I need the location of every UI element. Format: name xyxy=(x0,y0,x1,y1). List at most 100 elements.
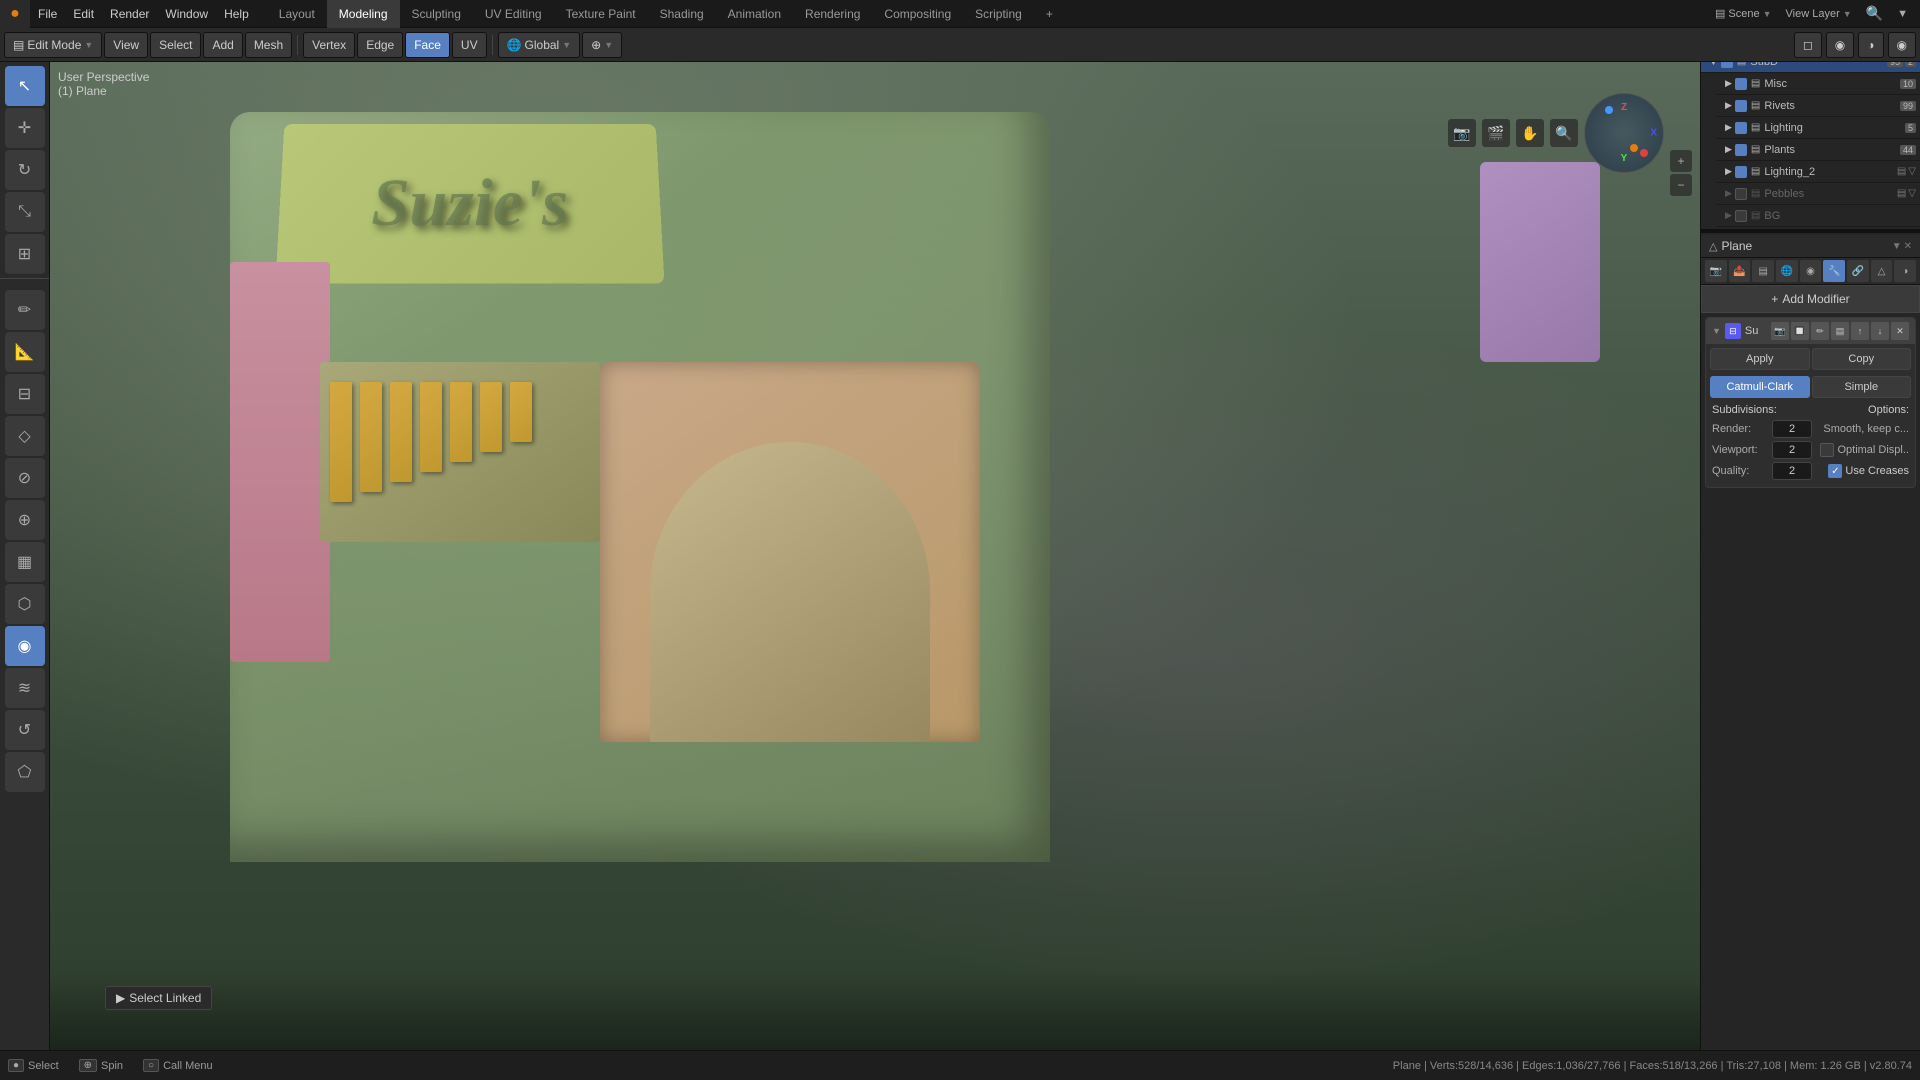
tool-spin[interactable]: ↺ xyxy=(5,710,45,750)
mod-ctrl-up[interactable]: ↑ xyxy=(1851,322,1869,340)
viewport[interactable]: Suzie's User Perspective (1) Plane 📷 xyxy=(50,62,1700,1050)
navigation-gizmo[interactable]: Z X Y xyxy=(1584,93,1664,173)
prop-tab-render[interactable]: 📷 xyxy=(1705,260,1727,282)
menu-file[interactable]: File xyxy=(30,0,65,28)
edge-btn[interactable]: Edge xyxy=(357,32,403,58)
collection-item-plants[interactable]: ▶ ▤ Plants 44 xyxy=(1717,139,1920,161)
camera-view-btn[interactable]: 📷 xyxy=(1448,119,1476,147)
transform-selector[interactable]: 🌐 Global ▼ xyxy=(498,32,581,58)
zoom-out-btn[interactable]: − xyxy=(1670,174,1692,196)
mod-ctrl-render[interactable]: 🔲 xyxy=(1791,322,1809,340)
menu-help[interactable]: Help xyxy=(216,0,257,28)
tool-rotate[interactable]: ↻ xyxy=(5,150,45,190)
tab-layout[interactable]: Layout xyxy=(267,0,327,28)
viewport-shading-btn[interactable]: ✋ xyxy=(1516,119,1544,147)
tab-modeling[interactable]: Modeling xyxy=(327,0,400,28)
tool-annotate[interactable]: ✏ xyxy=(5,290,45,330)
tab-animation[interactable]: Animation xyxy=(716,0,793,28)
search-button[interactable]: 🔍 xyxy=(1862,5,1887,22)
blender-logo[interactable]: ● xyxy=(0,0,30,28)
tool-bisect[interactable]: ⊘ xyxy=(5,458,45,498)
mod-ctrl-down[interactable]: ↓ xyxy=(1871,322,1889,340)
collection-item-lighting2[interactable]: ▶ ▤ Lighting_2 ▤ ▽ xyxy=(1717,161,1920,183)
tab-uv-editing[interactable]: UV Editing xyxy=(473,0,554,28)
prop-tab-data[interactable]: △ xyxy=(1871,260,1893,282)
checkbox-pebbles[interactable] xyxy=(1735,188,1747,200)
tool-cursor[interactable]: ↖ xyxy=(5,66,45,106)
quality-value[interactable]: 2 xyxy=(1772,462,1812,480)
tab-shading[interactable]: Shading xyxy=(648,0,716,28)
object-close-btn[interactable]: ✕ xyxy=(1904,241,1912,252)
tool-bevel[interactable]: ⬡ xyxy=(5,584,45,624)
tab-add[interactable]: + xyxy=(1034,0,1065,28)
menu-render[interactable]: Render xyxy=(102,0,157,28)
tool-measure[interactable]: 📐 xyxy=(5,332,45,372)
tool-active[interactable]: ◉ xyxy=(5,626,45,666)
menu-window[interactable]: Window xyxy=(157,0,216,28)
prop-tab-output[interactable]: 📤 xyxy=(1729,260,1751,282)
viewport-shade-wireframe[interactable]: ◻ xyxy=(1794,32,1822,58)
checkbox-misc[interactable] xyxy=(1735,78,1747,90)
prop-tab-scene[interactable]: ▤ xyxy=(1752,260,1774,282)
render-preview-btn[interactable]: 🎬 xyxy=(1482,119,1510,147)
collection-item-misc[interactable]: ▶ ▤ Misc 10 xyxy=(1717,73,1920,95)
tool-smooth[interactable]: ≋ xyxy=(5,668,45,708)
mod-ctrl-close[interactable]: ✕ xyxy=(1891,322,1909,340)
transform-orient-btn[interactable]: 🔍 xyxy=(1550,119,1578,147)
select-btn[interactable]: Select xyxy=(150,32,201,58)
render-value[interactable]: 2 xyxy=(1772,420,1812,438)
tool-extrude[interactable]: ⊕ xyxy=(5,500,45,540)
view-btn[interactable]: View xyxy=(104,32,148,58)
tab-texture-paint[interactable]: Texture Paint xyxy=(554,0,648,28)
tool-shear[interactable]: ⬠ xyxy=(5,752,45,792)
filter-button[interactable]: ▼ xyxy=(1893,8,1912,20)
view-layer-selector[interactable]: View Layer ▼ xyxy=(1782,8,1856,20)
tab-compositing[interactable]: Compositing xyxy=(872,0,963,28)
tool-inset[interactable]: ▦ xyxy=(5,542,45,582)
tab-rendering[interactable]: Rendering xyxy=(793,0,872,28)
scene-selector[interactable]: ▤ Scene ▼ xyxy=(1711,7,1776,20)
face-btn[interactable]: Face xyxy=(405,32,450,58)
checkbox-plants[interactable] xyxy=(1735,144,1747,156)
tool-scale[interactable]: ⤡ xyxy=(5,192,45,232)
simple-tab[interactable]: Simple xyxy=(1812,376,1912,398)
add-modifier-btn[interactable]: + Add Modifier xyxy=(1701,285,1920,313)
catmull-clark-tab[interactable]: Catmull-Clark xyxy=(1710,376,1810,398)
zoom-in-btn[interactable]: + xyxy=(1670,150,1692,172)
collection-item-lighting[interactable]: ▶ ▤ Lighting 5 xyxy=(1717,117,1920,139)
viewport-shade-solid[interactable]: ◉ xyxy=(1826,32,1854,58)
checkbox-lighting2[interactable] xyxy=(1735,166,1747,178)
use-creases-checkbox[interactable]: ✓ xyxy=(1828,464,1842,478)
copy-btn[interactable]: Copy xyxy=(1812,348,1912,370)
add-btn[interactable]: Add xyxy=(203,32,242,58)
tool-move[interactable]: ✛ xyxy=(5,108,45,148)
prop-tab-constraint[interactable]: 🔗 xyxy=(1847,260,1869,282)
vertex-btn[interactable]: Vertex xyxy=(303,32,355,58)
modifier-expand-btn[interactable]: ▼ xyxy=(1712,326,1721,336)
collection-item-bg[interactable]: ▶ ▤ BG xyxy=(1717,205,1920,227)
tab-scripting[interactable]: Scripting xyxy=(963,0,1034,28)
viewport-shade-render[interactable]: ◉ xyxy=(1888,32,1916,58)
prop-tab-material[interactable]: ◑ xyxy=(1894,260,1916,282)
viewport-scene[interactable]: Suzie's xyxy=(50,62,1700,1050)
checkbox-lighting[interactable] xyxy=(1735,122,1747,134)
checkbox-rivets[interactable] xyxy=(1735,100,1747,112)
apply-btn[interactable]: Apply xyxy=(1710,348,1810,370)
mode-selector[interactable]: ▤ Edit Mode ▼ xyxy=(4,32,102,58)
collection-item-pebbles[interactable]: ▶ ▤ Pebbles ▤ ▽ xyxy=(1717,183,1920,205)
menu-edit[interactable]: Edit xyxy=(65,0,102,28)
object-expand-btn[interactable]: ▼ xyxy=(1892,241,1902,252)
prop-tab-object[interactable]: ◉ xyxy=(1800,260,1822,282)
collection-item-rivets[interactable]: ▶ ▤ Rivets 99 xyxy=(1717,95,1920,117)
tool-loop-cut[interactable]: ⊟ xyxy=(5,374,45,414)
mod-ctrl-edit[interactable]: ✏ xyxy=(1811,322,1829,340)
tool-transform[interactable]: ⊞ xyxy=(5,234,45,274)
snap-btn[interactable]: ⊕ ▼ xyxy=(582,32,622,58)
tool-knife[interactable]: ◇ xyxy=(5,416,45,456)
tab-sculpting[interactable]: Sculpting xyxy=(400,0,473,28)
prop-tab-modifier-active[interactable]: 🔧 xyxy=(1823,260,1845,282)
mod-ctrl-camera[interactable]: 📷 xyxy=(1771,322,1789,340)
uv-btn[interactable]: UV xyxy=(452,32,487,58)
viewport-shade-material[interactable]: ◑ xyxy=(1858,32,1883,58)
mod-ctrl-realtime[interactable]: ▤ xyxy=(1831,322,1849,340)
